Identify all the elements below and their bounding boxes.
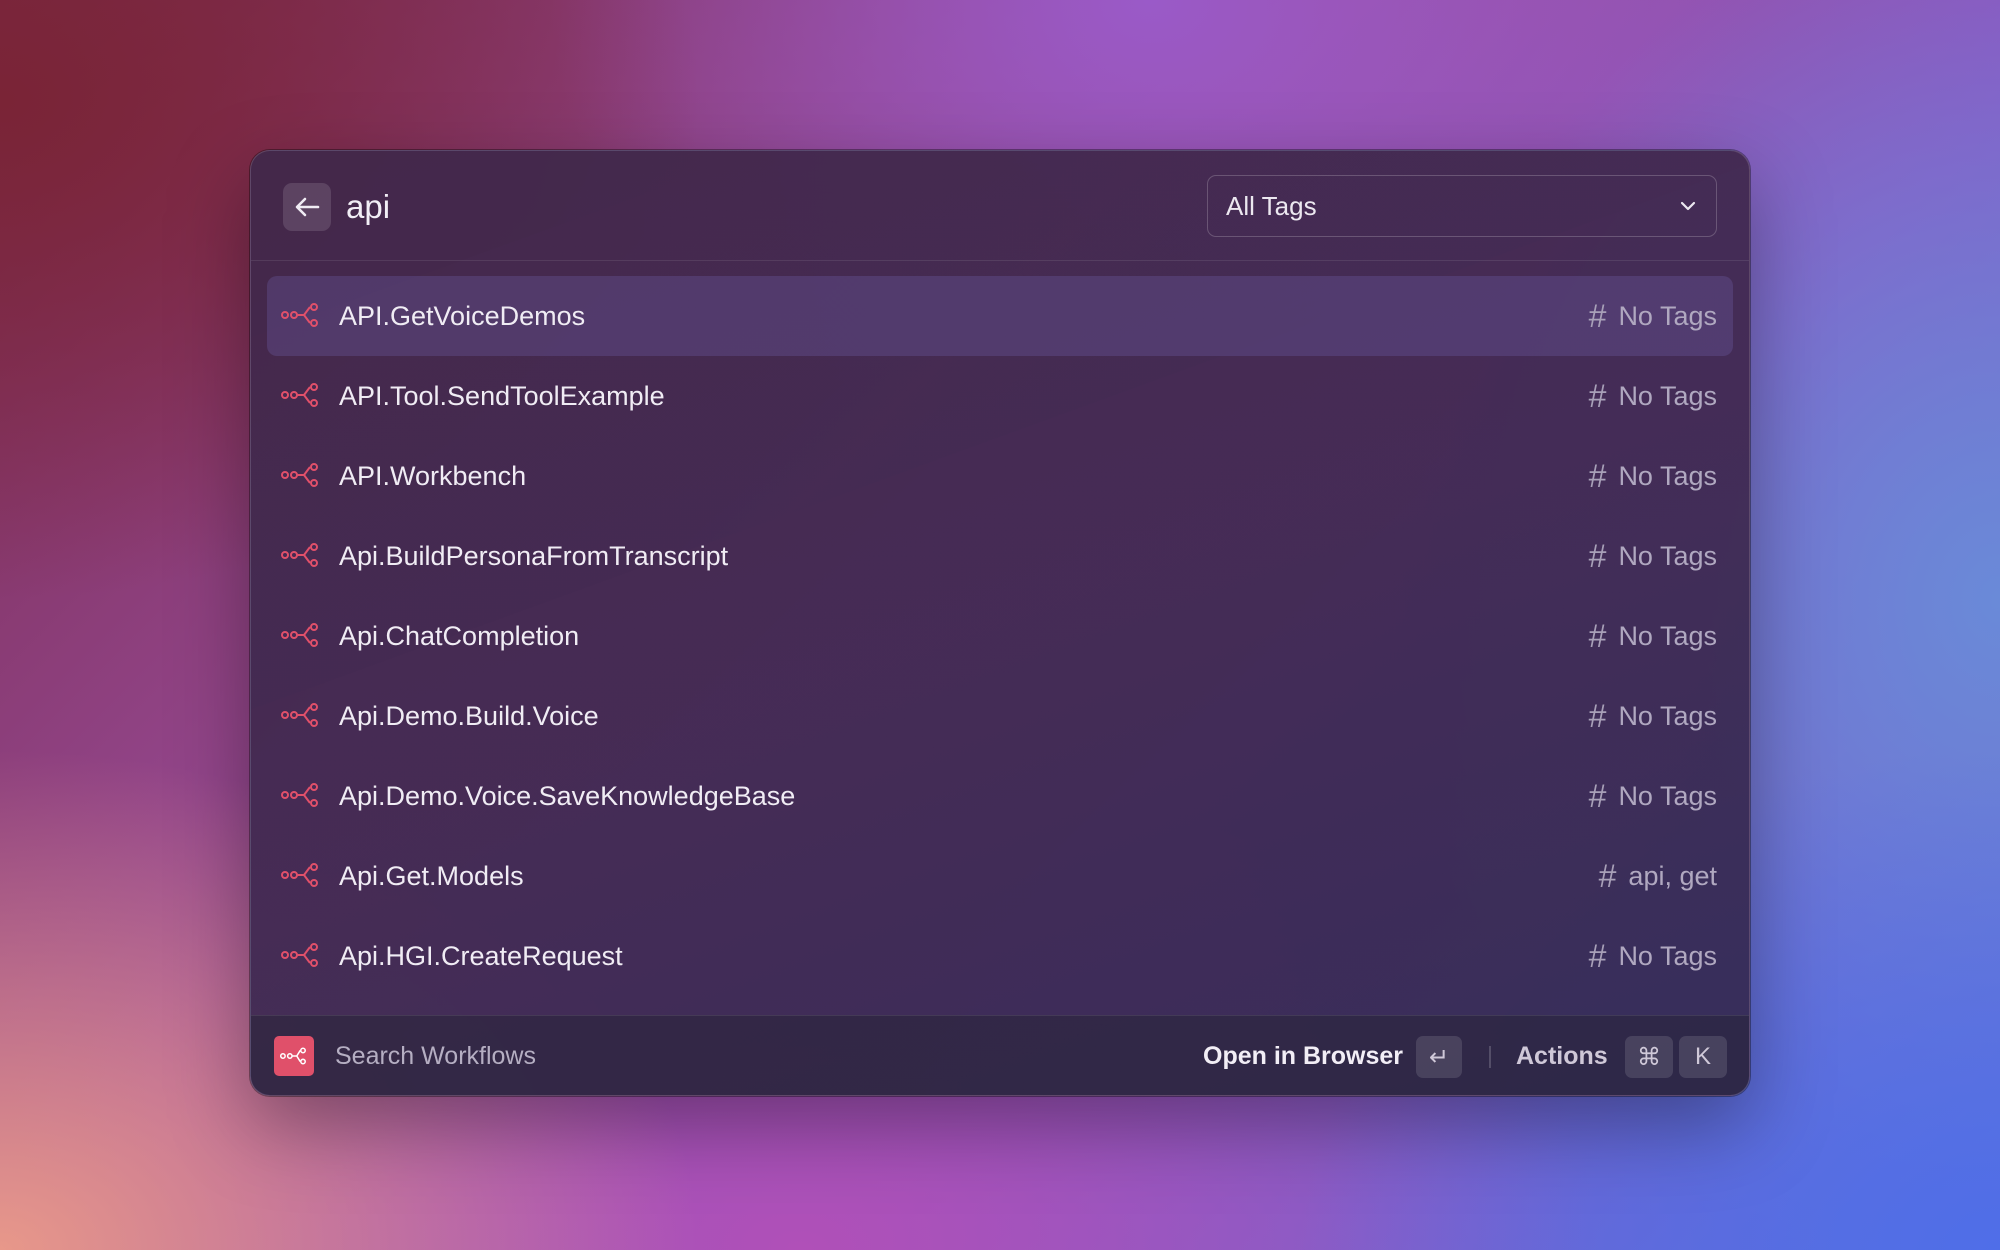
result-name: API.GetVoiceDemos — [339, 300, 586, 331]
tags-label: api, get — [1628, 860, 1717, 891]
result-name: Api.HGI.CreateRequest — [339, 940, 623, 971]
result-tags: # No Tags — [1589, 298, 1717, 335]
workflow-app-icon — [274, 1036, 314, 1076]
tags-label: No Tags — [1618, 460, 1717, 491]
result-name: Api.Demo.Voice.SaveKnowledgeBase — [339, 780, 796, 811]
result-name: Api.BuildPersonaFromTranscript — [339, 540, 729, 571]
tags-label: No Tags — [1618, 780, 1717, 811]
search-input[interactable] — [346, 177, 1146, 237]
hash-icon: # — [1588, 697, 1607, 734]
result-row[interactable]: Api.HGI.CreateRequest # No Tags — [267, 916, 1733, 996]
result-tags: # No Tags — [1589, 378, 1717, 415]
search-header: All Tags — [251, 151, 1749, 261]
workflow-icon — [281, 622, 321, 648]
hash-icon: # — [1588, 297, 1607, 334]
hash-icon: # — [1588, 457, 1607, 494]
arrow-left-icon — [295, 197, 320, 217]
chevron-down-icon — [1680, 201, 1696, 211]
result-name: Api.ChatCompletion — [339, 620, 580, 651]
tags-label: No Tags — [1618, 620, 1717, 651]
workflow-icon — [281, 702, 321, 728]
result-row[interactable]: Api.Get.Models # api, get — [267, 836, 1733, 916]
actions-button[interactable]: Actions — [1516, 1042, 1608, 1071]
result-row[interactable]: Api.ChatCompletion # No Tags — [267, 596, 1733, 676]
divider — [1489, 1046, 1491, 1068]
result-row[interactable]: Api.Demo.Build.Voice # No Tags — [267, 676, 1733, 756]
result-tags: # api, get — [1599, 858, 1717, 895]
k-key-hint: K — [1679, 1036, 1727, 1078]
result-name: Api.Get.Models — [339, 860, 524, 891]
hash-icon: # — [1588, 777, 1607, 814]
workflow-icon — [281, 462, 321, 488]
result-name: API.Tool.SendToolExample — [339, 380, 665, 411]
results-list: API.GetVoiceDemos # No Tags API.Tool.SendTo… — [251, 276, 1749, 996]
command-key-hint: ⌘ — [1625, 1036, 1673, 1078]
workflow-icon — [281, 942, 321, 968]
workflow-icon — [281, 782, 321, 808]
workflow-icon — [281, 302, 321, 328]
tags-label: No Tags — [1618, 380, 1717, 411]
result-row[interactable]: Api.Demo.Voice.SaveKnowledgeBase # No Tags — [267, 756, 1733, 836]
result-row[interactable]: API.Workbench # No Tags — [267, 436, 1733, 516]
workflow-icon — [281, 542, 321, 568]
result-tags: # No Tags — [1589, 778, 1717, 815]
result-name: API.Workbench — [339, 460, 527, 491]
enter-key-hint: ↵ — [1416, 1036, 1462, 1078]
hash-icon: # — [1588, 937, 1607, 974]
tags-label: No Tags — [1618, 540, 1717, 571]
result-tags: # No Tags — [1589, 698, 1717, 735]
result-tags: # No Tags — [1589, 618, 1717, 655]
tag-filter-label: All Tags — [1226, 190, 1317, 221]
result-tags: # No Tags — [1589, 938, 1717, 975]
open-in-browser-button[interactable]: Open in Browser — [1203, 1042, 1403, 1071]
launcher-window: All Tags API.GetVoiceDemos#No TagsAPI.To… — [250, 150, 1750, 1096]
workflow-icon — [281, 382, 321, 408]
result-tags: # No Tags — [1589, 458, 1717, 495]
result-tags: # No Tags — [1589, 538, 1717, 575]
result-row[interactable]: Api.BuildPersonaFromTranscript # No Tags — [267, 516, 1733, 596]
tags-label: No Tags — [1618, 300, 1717, 331]
back-button[interactable] — [283, 183, 331, 231]
action-bar: Search Workflows Open in Browser ↵ Actio… — [251, 1015, 1749, 1095]
workflow-icon — [281, 862, 321, 888]
hash-icon: # — [1598, 857, 1617, 894]
hash-icon: # — [1588, 377, 1607, 414]
tag-filter-dropdown[interactable]: All Tags — [1207, 175, 1717, 237]
result-row[interactable]: API.Tool.SendToolExample # No Tags — [267, 356, 1733, 436]
hash-icon: # — [1588, 617, 1607, 654]
tags-label: No Tags — [1618, 700, 1717, 731]
tags-label: No Tags — [1618, 940, 1717, 971]
result-name: Api.Demo.Build.Voice — [339, 700, 599, 731]
result-row[interactable]: API.GetVoiceDemos # No Tags — [267, 276, 1733, 356]
hash-icon: # — [1588, 537, 1607, 574]
footer-title: Search Workflows — [335, 1042, 536, 1070]
